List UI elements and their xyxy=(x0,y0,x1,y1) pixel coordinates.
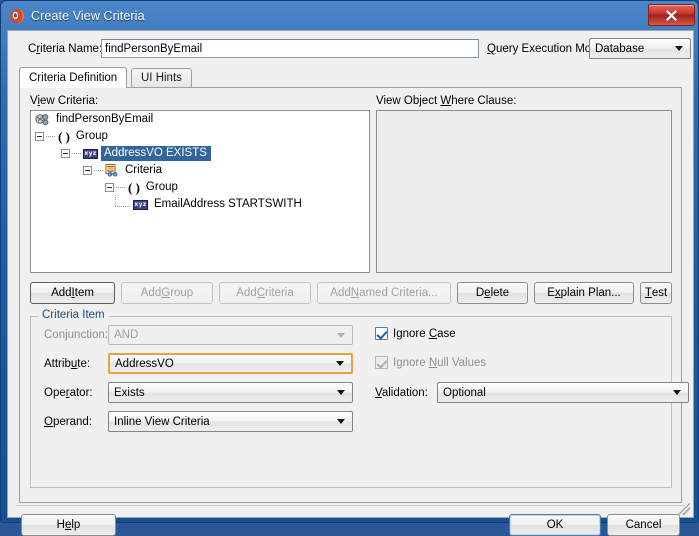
tree-node-label: Group xyxy=(75,130,108,142)
view-criteria-label: View Criteria: xyxy=(30,95,99,107)
tree-node-label: EmailAddress STARTSWITH xyxy=(154,198,302,210)
add-criteria-button: Add Criteria xyxy=(219,282,311,304)
ok-button[interactable]: OK xyxy=(509,514,601,536)
conjunction-value: AND xyxy=(114,329,139,341)
chevron-down-icon xyxy=(675,46,683,51)
close-glyph xyxy=(666,9,677,21)
view-criteria-root-icon xyxy=(35,113,50,126)
add-group-button: Add Group xyxy=(121,282,213,304)
xyz-attribute-icon: xyz xyxy=(133,199,148,210)
jdeveloper-logo-icon xyxy=(9,8,25,24)
conjunction-label: Conjunction: xyxy=(44,329,108,341)
tab-strip: Criteria Definition UI Hints xyxy=(19,67,682,88)
tree-node-label: AddressVO EXISTS xyxy=(101,146,211,161)
tree-node-criteria[interactable]: Criteria xyxy=(31,162,369,179)
ignore-null-values-checkbox: Ignore Null Values xyxy=(375,356,486,369)
chevron-down-icon xyxy=(337,390,345,395)
footer-divider xyxy=(16,505,685,506)
operator-select[interactable]: Exists xyxy=(108,382,353,403)
tree-line xyxy=(94,170,103,171)
tree-line xyxy=(116,187,125,188)
validation-select[interactable]: Optional xyxy=(437,382,689,403)
tree-node-emailaddress-startswith[interactable]: xyz EmailAddress STARTSWITH xyxy=(31,195,369,213)
checkbox-check-icon xyxy=(375,327,388,340)
dialog-window: Create View Criteria Criteria Name: Quer… xyxy=(0,0,699,536)
delete-button[interactable]: De lete xyxy=(457,282,528,304)
tree-node-group-2[interactable]: ( ) Group xyxy=(31,179,369,196)
criteria-name-label: Criteria Name: xyxy=(28,43,103,55)
tree-node-group-1[interactable]: ( ) Group xyxy=(31,128,369,145)
where-clause-textarea[interactable] xyxy=(376,110,672,273)
where-clause-label: View Object Where Clause: xyxy=(376,95,517,107)
tab-ui-hints[interactable]: UI Hints xyxy=(131,68,192,87)
xyz-attribute-icon: xyz xyxy=(83,148,98,159)
tree-expander-icon[interactable] xyxy=(105,183,114,192)
criteria-item-group-title: Criteria Item xyxy=(38,309,109,321)
tree-node-addressvo-exists[interactable]: xyz AddressVO EXISTS xyxy=(31,145,369,162)
tree-line xyxy=(46,136,55,137)
criteria-definition-panel: View Criteria: findPersonByEmail () Gro… xyxy=(19,87,689,503)
add-item-button[interactable]: Add Item xyxy=(30,282,115,304)
chevron-down-icon xyxy=(336,361,344,366)
tab-ui-hints-label: UI Hints xyxy=(141,72,182,84)
tab-criteria-definition[interactable]: Criteria Definition xyxy=(19,67,128,88)
tree-line xyxy=(114,195,132,210)
tree-line xyxy=(72,153,81,154)
tree-node-label: Group xyxy=(145,181,178,193)
operator-value: Exists xyxy=(114,386,145,399)
conjunction-select: AND xyxy=(108,325,353,345)
cancel-button-label: Cancel xyxy=(625,519,662,531)
ok-button-label: OK xyxy=(546,519,564,531)
test-button[interactable]: Test xyxy=(640,282,672,304)
paren-group-icon: ( ) xyxy=(128,179,140,195)
cancel-button[interactable]: Cancel xyxy=(607,514,680,536)
validation-label: Validation: xyxy=(375,387,428,399)
tree-expander-icon[interactable] xyxy=(61,149,70,158)
operand-select[interactable]: Inline View Criteria xyxy=(108,411,353,432)
title-bar: Create View Criteria xyxy=(1,1,699,30)
attribute-select[interactable]: AddressVO xyxy=(108,353,353,374)
query-execution-mode-select[interactable]: Database xyxy=(589,38,691,59)
tree-node-label: Criteria xyxy=(125,164,163,176)
dialog-client-area: Criteria Name: Query Execution Mode: Dat… xyxy=(7,30,694,536)
chevron-down-icon xyxy=(337,332,345,338)
close-icon[interactable] xyxy=(648,4,695,26)
attribute-value: AddressVO xyxy=(115,357,174,370)
query-execution-mode-value: Database xyxy=(595,42,645,55)
criteria-icon xyxy=(105,164,119,177)
tree-node-root[interactable]: findPersonByEmail xyxy=(31,111,369,128)
help-button[interactable]: He lp xyxy=(21,514,116,536)
add-named-criteria-button: Add Named Criteria... xyxy=(317,282,451,304)
window-title: Create View Criteria xyxy=(31,8,145,23)
checkbox-check-icon xyxy=(375,356,388,369)
criteria-name-input[interactable] xyxy=(101,39,479,58)
operand-label: Operand: xyxy=(44,416,92,428)
ignore-case-label: Ignore Case xyxy=(393,327,456,340)
tab-criteria-definition-label: Criteria Definition xyxy=(29,72,118,84)
attribute-label: Attribute: xyxy=(44,358,91,370)
explain-plan-button[interactable]: Ex plain Plan... xyxy=(534,282,634,304)
operand-value: Inline View Criteria xyxy=(114,415,210,428)
tree-expander-icon[interactable] xyxy=(83,166,92,175)
tree-node-label: findPersonByEmail xyxy=(56,113,154,125)
paren-group-icon: ( ) xyxy=(58,128,70,144)
operator-label: Operator: xyxy=(44,387,93,399)
criteria-name-row: Criteria Name: Query Execution Mode: Dat… xyxy=(8,31,693,67)
validation-value: Optional xyxy=(443,386,486,399)
chevron-down-icon xyxy=(337,419,345,424)
ignore-case-checkbox[interactable]: Ignore Case xyxy=(375,327,456,340)
ignore-null-values-label: Ignore Null Values xyxy=(393,356,487,369)
resize-grip-icon[interactable] xyxy=(678,503,690,515)
view-criteria-tree[interactable]: findPersonByEmail ( ) Group xyz AddressV… xyxy=(30,110,370,273)
tree-expander-icon[interactable] xyxy=(35,132,44,141)
chevron-down-icon xyxy=(673,390,681,395)
